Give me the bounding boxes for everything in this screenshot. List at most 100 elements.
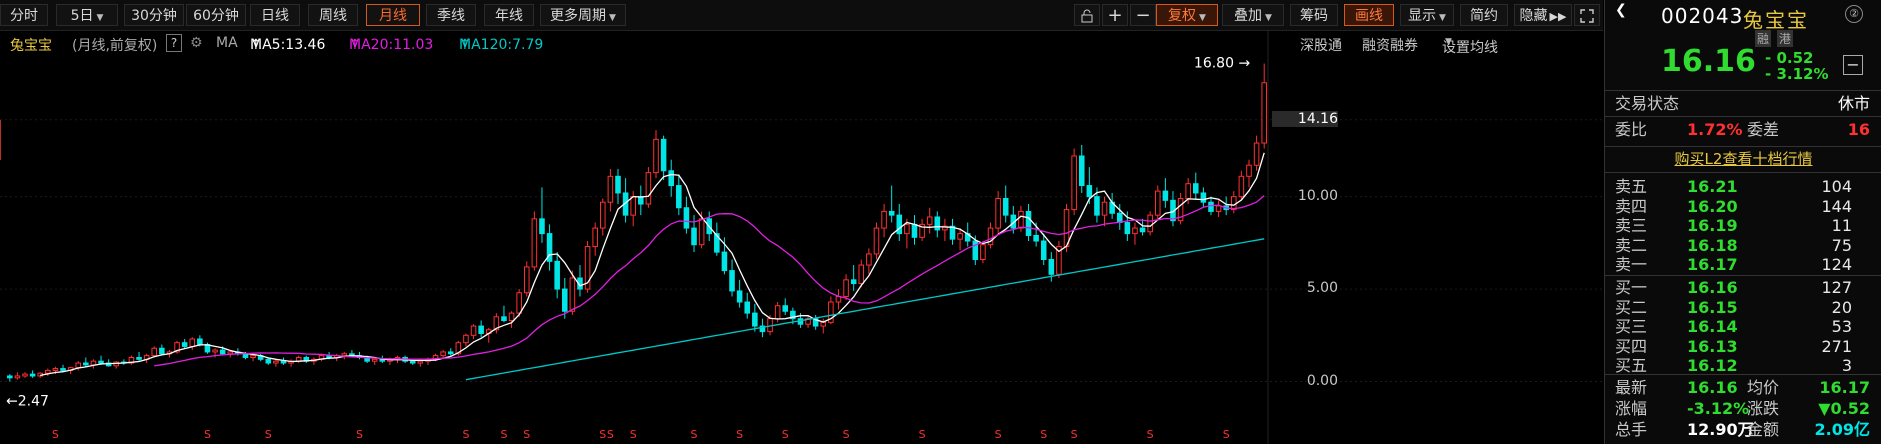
candle-body xyxy=(774,305,781,320)
divider xyxy=(1605,146,1881,147)
bid-row: 买五 16.12 3 xyxy=(1605,356,1881,375)
dividend-marker[interactable]: S xyxy=(691,428,698,441)
bid-label: 买五 xyxy=(1615,356,1648,376)
candle-body xyxy=(881,210,887,229)
dividend-marker[interactable]: S xyxy=(1223,428,1230,441)
bid-price: 16.13 xyxy=(1687,336,1738,356)
candle-body xyxy=(653,138,659,174)
candle-body xyxy=(1253,142,1260,166)
candle-body xyxy=(752,312,758,327)
candle-body xyxy=(45,369,51,374)
candle-body xyxy=(52,368,59,371)
dividend-marker[interactable]: S xyxy=(599,428,606,441)
price-axis-label: 10.00 xyxy=(1297,187,1338,204)
bid-row: 买三 16.14 53 xyxy=(1605,317,1881,336)
dividend-marker[interactable]: S xyxy=(995,428,1002,441)
stats-row: 总手 12.90万 金额 2.09亿 xyxy=(1605,420,1881,439)
candle-body xyxy=(227,351,234,355)
candle-body xyxy=(219,349,226,355)
ask-volume: 75 xyxy=(1831,235,1852,255)
hk-badge: 港 xyxy=(1777,30,1794,47)
dividend-marker[interactable]: S xyxy=(1040,428,1047,441)
ask-price: 16.20 xyxy=(1687,196,1738,216)
candle-body xyxy=(630,196,636,216)
candle-body xyxy=(1215,205,1222,212)
candle-body xyxy=(29,373,36,377)
candle-body xyxy=(1094,196,1100,216)
price-axis-label: 14.16 xyxy=(1272,110,1338,127)
candle-body xyxy=(980,244,986,261)
bid-price: 16.15 xyxy=(1687,297,1738,317)
candle-body xyxy=(90,360,97,366)
ask-price: 16.21 xyxy=(1687,177,1738,196)
candle-body xyxy=(539,218,545,235)
candle-body xyxy=(1208,201,1214,212)
candle-body xyxy=(83,362,89,366)
candle-body xyxy=(957,233,963,240)
bid-row: 买二 16.15 20 xyxy=(1605,298,1881,317)
dividend-marker[interactable]: S xyxy=(523,428,530,441)
dividend-marker[interactable]: S xyxy=(630,428,637,441)
candle-body xyxy=(273,360,279,364)
dividend-marker[interactable]: S xyxy=(736,428,743,441)
dividend-marker[interactable]: S xyxy=(52,428,59,441)
ask-volume: 104 xyxy=(1821,177,1852,196)
high-price-label: 16.80 → xyxy=(1194,56,1251,72)
bid-volume: 271 xyxy=(1821,336,1852,356)
dividend-marker[interactable]: S xyxy=(204,428,211,441)
candle-body xyxy=(341,353,348,357)
dividend-marker[interactable]: S xyxy=(919,428,926,441)
candle-body xyxy=(501,316,507,322)
dividend-marker[interactable]: S xyxy=(843,428,850,441)
candle-body xyxy=(1238,175,1245,198)
candle-body xyxy=(744,301,751,314)
remove-watchlist-button[interactable]: − xyxy=(1843,55,1863,75)
dividend-marker[interactable]: S xyxy=(782,428,789,441)
bid-price: 16.14 xyxy=(1687,317,1738,337)
candle-body xyxy=(888,210,895,216)
candle-body xyxy=(463,334,469,344)
stock-name: 兔宝宝 xyxy=(1743,8,1809,32)
candle-body xyxy=(638,196,644,205)
candle-body xyxy=(60,368,66,371)
candle-body xyxy=(660,138,667,172)
ask-row: 卖二 16.18 75 xyxy=(1605,236,1881,255)
buy-l2-link[interactable]: 购买L2查看十档行情 xyxy=(1605,148,1881,169)
weibi-value: 1.72% xyxy=(1687,120,1743,139)
ask-row: 卖一 16.17 124 xyxy=(1605,255,1881,274)
dividend-marker[interactable]: S xyxy=(500,428,507,441)
dividend-marker[interactable]: S xyxy=(356,428,363,441)
candle-body xyxy=(1162,190,1169,201)
weicha-label: 委差 xyxy=(1747,120,1780,139)
stat-value: 2.09亿 xyxy=(1814,420,1870,439)
candlestick-chart[interactable]: 16.80 →←2.47S S S S S S S S S S S S S S S S S S S S xyxy=(0,0,1603,444)
bid-row: 买四 16.13 271 xyxy=(1605,337,1881,356)
candle-body xyxy=(1231,196,1237,211)
ask-volume: 124 xyxy=(1821,255,1852,275)
candle-body xyxy=(440,351,446,357)
stock-code: 002043 xyxy=(1661,4,1744,28)
candle-body xyxy=(516,292,522,314)
trade-status-label: 交易状态 xyxy=(1615,94,1680,113)
dividend-marker[interactable]: S xyxy=(265,428,272,441)
price-axis-label: 5.00 xyxy=(1306,280,1338,297)
info-circle-icon[interactable]: ② xyxy=(1845,5,1863,23)
candle-body xyxy=(1200,192,1207,203)
candle-body xyxy=(1139,227,1146,233)
candle-body xyxy=(934,216,941,231)
dividend-marker[interactable]: S xyxy=(1147,428,1154,441)
collapse-arrow-icon[interactable]: ❮ xyxy=(1615,2,1627,18)
candle-body xyxy=(197,338,203,346)
candle-body xyxy=(1018,210,1024,229)
candle-body xyxy=(1154,190,1161,216)
dividend-marker[interactable]: S xyxy=(462,428,469,441)
dividend-marker[interactable]: S xyxy=(1071,428,1078,441)
dividend-marker[interactable]: S xyxy=(607,428,614,441)
divider xyxy=(1605,90,1881,91)
candle-body xyxy=(1025,210,1032,236)
bid-label: 买一 xyxy=(1615,278,1648,297)
candle-body xyxy=(523,266,530,294)
candle-body xyxy=(668,170,674,187)
candle-body xyxy=(14,375,21,379)
current-price: 16.16 xyxy=(1661,44,1756,79)
